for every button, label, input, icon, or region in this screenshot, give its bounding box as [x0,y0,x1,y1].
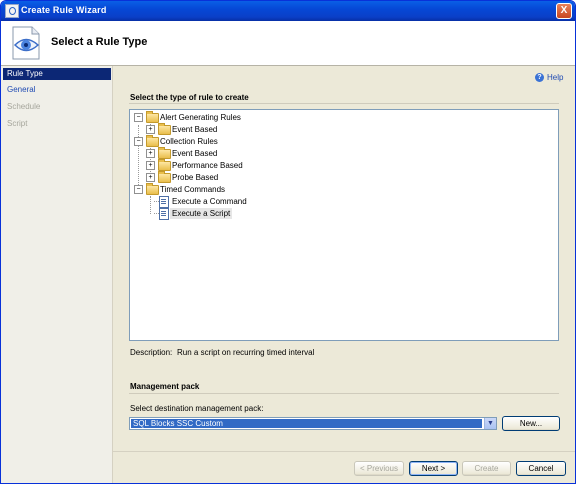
help-icon: ? [535,73,544,83]
tree-node-label: Execute a Command [172,197,247,206]
management-pack-select[interactable]: SQL Blocks SSC Custom ▼ [129,417,497,430]
create-button[interactable]: Create [462,461,511,476]
folder-icon [158,159,171,171]
sidebar-item-schedule: Schedule [7,102,41,111]
previous-button[interactable]: < Previous [354,461,404,476]
expand-icon[interactable]: + [146,125,155,134]
folder-icon [158,123,171,135]
folder-icon [158,171,171,183]
next-button[interactable]: Next > [409,461,458,476]
management-pack-label: Select destination management pack: [130,404,264,413]
rule-type-tree[interactable]: − Alert Generating Rules + Event Based −… [129,109,559,341]
rule-eye-icon [12,26,40,60]
folder-icon [158,147,171,159]
management-pack-title: Management pack [130,382,200,391]
app-icon [5,4,19,18]
script-icon [159,208,169,220]
wizard-header: Select a Rule Type [1,21,575,66]
wizard-window: Create Rule Wizard X Select a Rule Type … [0,0,576,484]
help-link[interactable]: ? Help [535,73,564,83]
sidebar-item-script: Script [7,119,28,128]
script-icon [159,196,169,208]
cancel-button[interactable]: Cancel [516,461,566,476]
folder-icon [146,183,159,195]
expand-icon[interactable]: + [146,149,155,158]
tree-node-label: Probe Based [172,173,219,182]
window-title: Create Rule Wizard [21,5,107,15]
sidebar-item-general[interactable]: General [3,84,111,96]
description-label: Description: [130,348,173,357]
wizard-steps: Rule Type General Schedule Script [1,66,113,483]
tree-node-label: Alert Generating Rules [160,113,241,122]
section-divider [129,103,559,104]
footer-divider [113,451,575,452]
folder-icon [146,135,159,147]
expand-icon[interactable]: + [146,161,155,170]
tree-connector [150,196,151,214]
description-text: Run a script on recurring timed interval [177,348,315,357]
management-pack-value: SQL Blocks SSC Custom [131,419,482,428]
sidebar-item-rule-type[interactable]: Rule Type [3,68,111,80]
collapse-icon[interactable]: − [134,185,143,194]
dropdown-arrow-icon[interactable]: ▼ [484,418,496,429]
expand-icon[interactable]: + [146,173,155,182]
tree-node-label: Collection Rules [160,137,218,146]
collapse-icon[interactable]: − [134,113,143,122]
tree-node-label: Performance Based [172,161,243,170]
rule-type-section-title: Select the type of rule to create [130,93,249,102]
folder-icon [146,111,159,123]
tree-node-label: Event Based [172,125,218,134]
collapse-icon[interactable]: − [134,137,143,146]
title-bar[interactable]: Create Rule Wizard X [1,1,575,21]
tree-node-label: Timed Commands [160,185,226,194]
tree-node-label: Event Based [172,149,218,158]
tree-node-label-selected: Execute a Script [170,208,233,219]
close-button[interactable]: X [556,3,572,19]
tree-connector [138,125,139,191]
new-management-pack-button[interactable]: New... [502,416,560,431]
page-title: Select a Rule Type [51,36,148,48]
help-label: Help [547,73,564,82]
section-divider [129,393,559,394]
